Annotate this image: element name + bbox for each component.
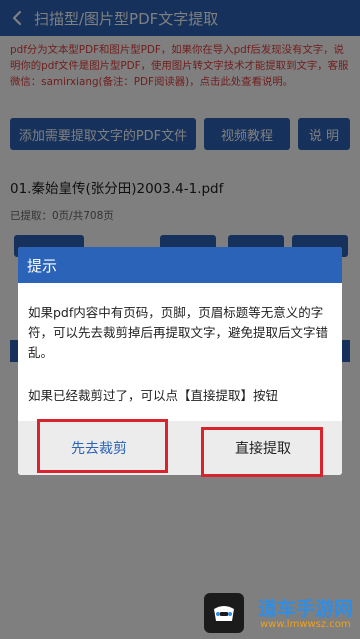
watermark-logo	[204, 593, 244, 633]
crop-button-highlight-box	[37, 419, 168, 473]
watermark-title: 道车手游网	[258, 598, 354, 620]
dialog-title: 提示	[27, 256, 58, 275]
dialog-header: 提示	[18, 247, 342, 283]
dialog-message: 如果pdf内容中有页码，页脚，页眉标题等无意义的字符，可以先去裁剪掉后再提取文字…	[28, 305, 329, 360]
extract-button-highlight-box	[201, 427, 323, 477]
watermark-domain: www.lmwwsz.com	[260, 619, 351, 630]
dialog-hint: 如果已经裁剪过了，可以点【直接提取】按钮	[28, 388, 279, 403]
gamepad-icon	[214, 606, 234, 621]
watermark: 道车手游网 www.lmwwsz.com	[200, 591, 360, 639]
